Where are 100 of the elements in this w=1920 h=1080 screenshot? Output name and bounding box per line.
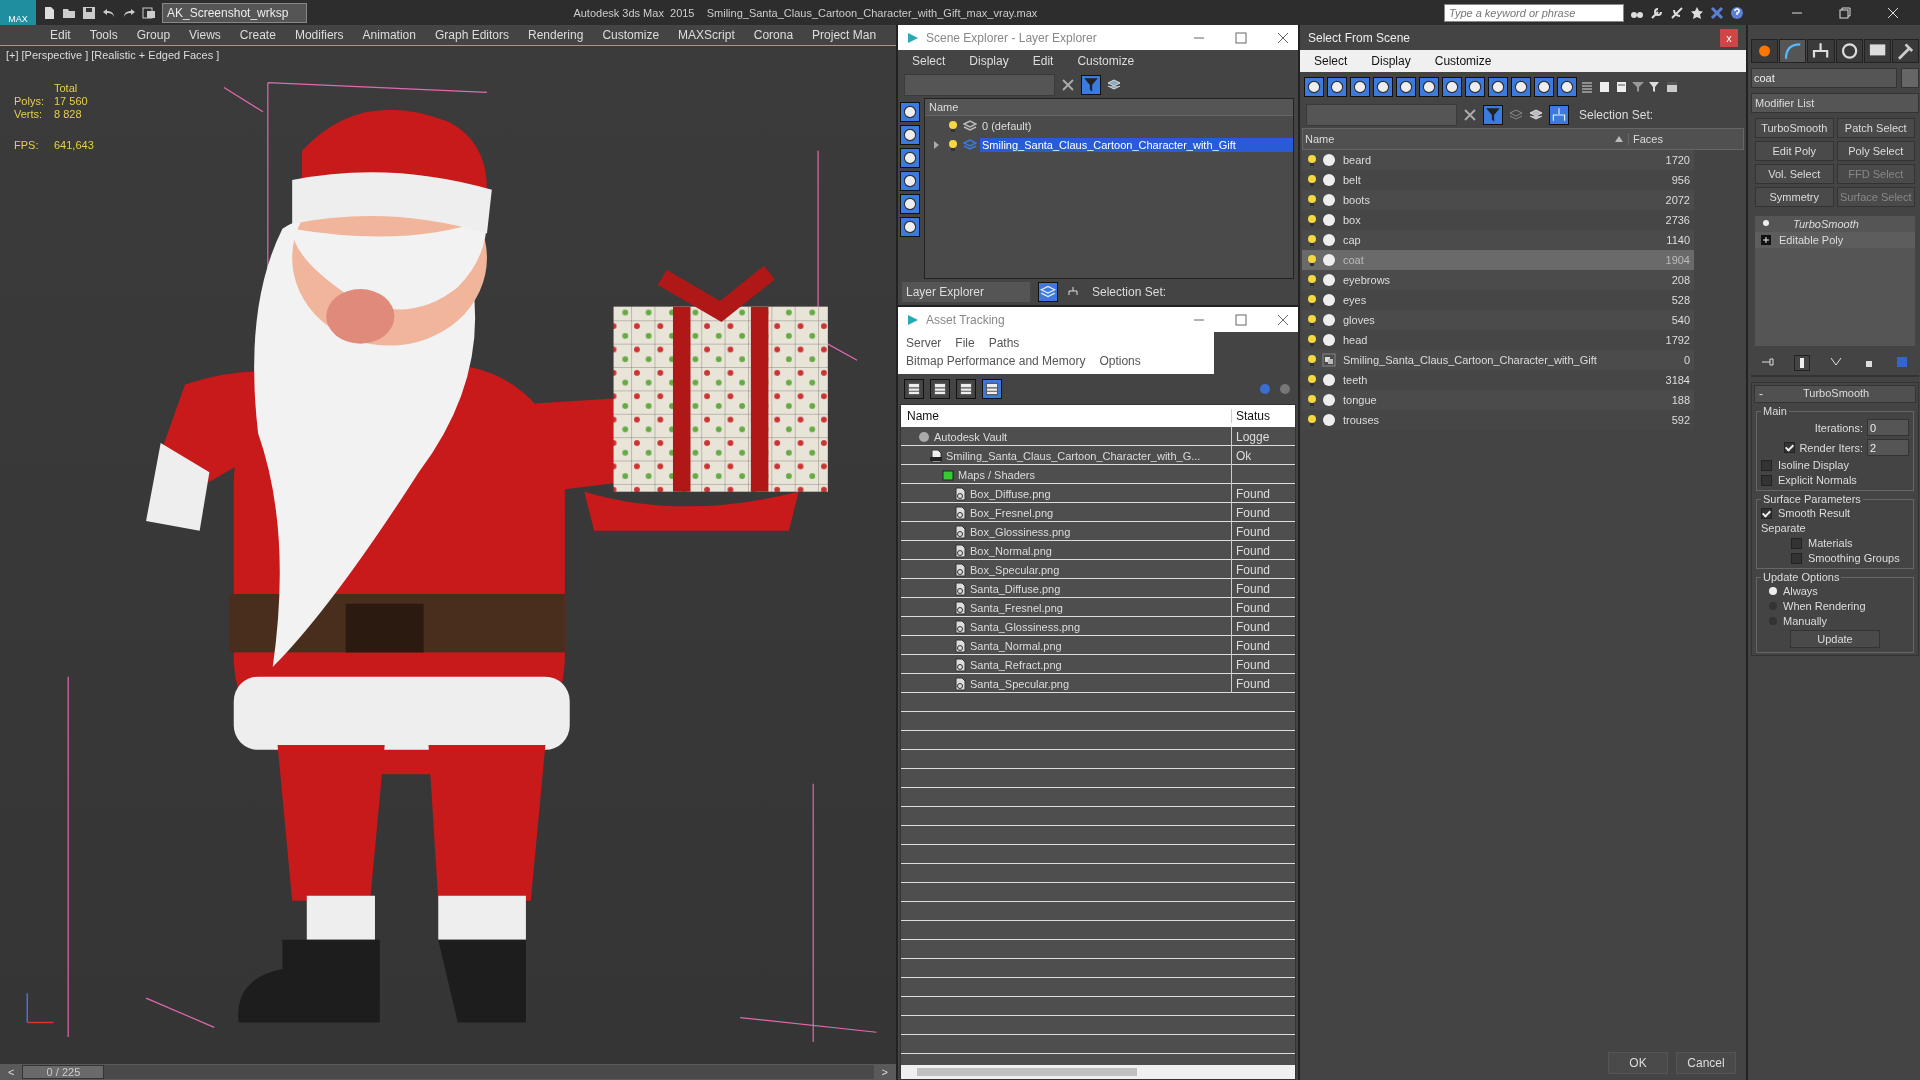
new-file-icon[interactable] (42, 5, 56, 20)
star-icon[interactable] (1690, 5, 1704, 20)
column-header[interactable]: Name (925, 99, 1293, 116)
light-bulb-icon[interactable] (1305, 173, 1319, 187)
asset-name[interactable]: Santa_Diffuse.png (970, 582, 1061, 595)
horizontal-scrollbar[interactable] (901, 1065, 1295, 1079)
close-button[interactable]: x (1720, 28, 1738, 47)
menu-item[interactable]: Bitmap Performance and Memory (906, 354, 1086, 368)
time-slider-thumb[interactable]: 0 / 225 (22, 1065, 105, 1079)
x-logo-icon[interactable] (1710, 5, 1724, 20)
light-bulb-icon[interactable] (1305, 273, 1319, 287)
light-bulb-icon[interactable] (1305, 193, 1319, 207)
asset-name[interactable]: Box_Diffuse.png (970, 487, 1051, 500)
light-bulb-icon[interactable] (1305, 213, 1319, 227)
light-bulb-icon[interactable] (1305, 413, 1319, 427)
asset-name[interactable]: Santa_Specular.png (970, 677, 1070, 690)
modifier-list-dropdown[interactable]: Modifier List (1751, 93, 1919, 113)
menu-item[interactable]: Modifiers (294, 28, 344, 42)
menu-item[interactable]: Customize (1077, 54, 1135, 68)
light-bulb-icon[interactable] (946, 137, 960, 152)
light-bulb-icon[interactable] (1305, 153, 1319, 167)
rollout-header[interactable]: - TurboSmooth (1754, 385, 1916, 403)
menu-item[interactable]: File (955, 336, 975, 350)
menu-item[interactable]: Customize (1434, 54, 1492, 68)
layer-name[interactable]: 0 (default) (980, 118, 1293, 133)
filter-field[interactable] (1306, 104, 1457, 126)
light-bulb-icon[interactable] (946, 118, 960, 133)
menu-item[interactable]: Graph Editors (434, 28, 509, 42)
asset-name[interactable]: Santa_Fresnel.png (970, 601, 1063, 614)
close-icon[interactable] (1276, 312, 1290, 327)
filter-icon[interactable] (1631, 80, 1645, 94)
menu-item[interactable]: Display (969, 54, 1009, 68)
modifier-button[interactable]: Symmetry (1755, 187, 1834, 207)
menu-item[interactable]: Tools (89, 28, 118, 42)
column-header[interactable]: Faces (1628, 133, 1693, 145)
sphere-icon[interactable] (900, 102, 920, 122)
object-row[interactable]: boots 2072 (1302, 190, 1694, 210)
layers-icon[interactable] (1529, 108, 1543, 122)
filter-icon[interactable] (1648, 80, 1662, 94)
hierarchy-icon[interactable] (1807, 39, 1835, 63)
asset-name[interactable]: Box_Specular.png (970, 563, 1060, 576)
asset-name[interactable]: Santa_Glossiness.png (970, 620, 1081, 633)
object-row[interactable]: Smiling_Santa_Claus_Cartoon_Character_with_Gift 0 (1302, 350, 1694, 370)
close-icon[interactable] (1276, 30, 1290, 45)
light-bulb-icon[interactable] (1305, 233, 1319, 247)
sphere-icon[interactable] (1304, 77, 1324, 97)
light-bulb-icon[interactable] (1305, 313, 1319, 327)
asset-name[interactable]: Maps / Shaders (958, 468, 1036, 481)
checkbox[interactable] (1761, 459, 1772, 471)
layers-icon[interactable] (1038, 282, 1058, 302)
expand-plus-icon[interactable] (1761, 235, 1771, 245)
checkbox[interactable] (1791, 537, 1802, 549)
checkbox[interactable] (1791, 552, 1802, 564)
previous-frame-button[interactable]: < (4, 1066, 19, 1078)
modifier-button[interactable]: Vol. Select (1755, 164, 1834, 184)
page-icon[interactable] (1597, 80, 1611, 94)
show-end-result-icon[interactable] (1793, 355, 1810, 371)
dialog-button[interactable]: OK (1608, 1052, 1668, 1074)
viewport-label[interactable]: [Perspective ] (21, 49, 89, 61)
light-bulb-icon[interactable] (1761, 219, 1771, 229)
workspace-dropdown[interactable]: AK_Screenshot_wrksp (162, 2, 308, 23)
checkbox[interactable] (1761, 474, 1772, 486)
object-name-field[interactable]: coat (1751, 68, 1897, 88)
column-header[interactable]: Name (901, 409, 1231, 423)
menu-item[interactable]: Project Man (812, 28, 877, 42)
list-icon[interactable] (930, 379, 950, 399)
clear-icon[interactable] (1061, 78, 1075, 92)
hierarchy-icon[interactable] (1549, 105, 1569, 125)
target-icon[interactable] (1835, 39, 1863, 63)
asset-name[interactable]: Box_Normal.png (970, 544, 1052, 557)
search-field[interactable]: Type a keyword or phrase (1444, 3, 1624, 22)
color-swatch[interactable] (1901, 68, 1919, 88)
menu-item[interactable]: Animation (362, 28, 416, 42)
monitor-icon[interactable] (1863, 39, 1891, 63)
collapse-toggle[interactable]: - (1759, 387, 1763, 401)
menu-item[interactable]: Display (1371, 54, 1411, 68)
column-header[interactable]: Status (1231, 409, 1295, 423)
sun-icon[interactable] (1751, 39, 1779, 63)
light-bulb-icon[interactable] (1305, 293, 1319, 307)
light-bulb-icon[interactable] (1305, 353, 1319, 367)
light-bulb-icon[interactable] (1305, 253, 1319, 267)
menu-item[interactable]: Create (239, 28, 276, 42)
radio-button[interactable] (1769, 587, 1777, 595)
save-icon[interactable] (82, 5, 96, 20)
asset-name[interactable]: Santa_Normal.png (970, 639, 1062, 652)
viewport-label[interactable]: [Realistic + Edged Faces ] (91, 49, 220, 61)
layer-name[interactable]: Smiling_Santa_Claus_Cartoon_Character_with_Gift (980, 137, 1293, 152)
wrench-icon[interactable] (1650, 5, 1664, 20)
modifier-button[interactable]: TurboSmooth (1755, 118, 1834, 138)
menu-item[interactable]: Rendering (528, 28, 584, 42)
expand-arrow-icon[interactable] (931, 139, 941, 150)
app-menu-button[interactable]: MAX (0, 0, 36, 25)
iterations-spinner[interactable]: 0 (1867, 419, 1909, 436)
filter-icon[interactable] (1483, 105, 1503, 125)
menu-item[interactable]: MAXScript (678, 28, 735, 42)
filter-field[interactable] (904, 74, 1055, 96)
update-button[interactable]: Update (1790, 630, 1880, 648)
asset-name[interactable]: Box_Fresnel.png (970, 506, 1054, 519)
menu-item[interactable]: Paths (988, 336, 1020, 350)
curve-icon[interactable] (1779, 39, 1807, 63)
